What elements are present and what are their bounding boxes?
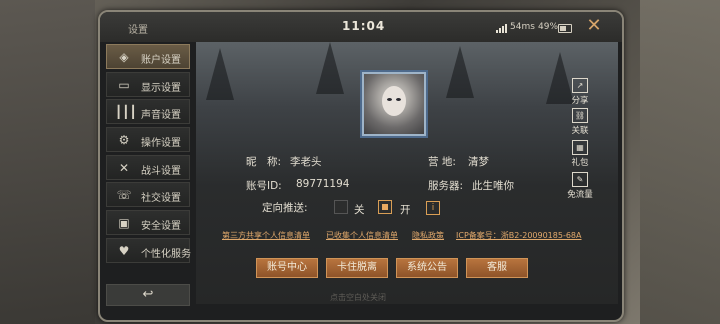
account-id-value: 89771194	[296, 178, 350, 190]
sidebar-item-account[interactable]: ◈ 账户设置	[106, 44, 190, 69]
lock-icon: ▣	[118, 216, 130, 231]
collected-info-link[interactable]: 已收集个人信息清单	[326, 230, 398, 241]
display-icon: ▭	[118, 77, 130, 92]
close-icon[interactable]: ✕	[584, 16, 604, 36]
link-label: 关联	[571, 126, 589, 136]
icp-link[interactable]: ICP备案号：浙B2-20090185-68A	[456, 230, 582, 241]
panel-title: 设置	[128, 25, 148, 36]
camp-label: 营 地:	[428, 156, 456, 168]
back-icon: ↩	[142, 287, 154, 302]
link-icon: ⛓	[572, 108, 588, 123]
tree-silhouette	[446, 46, 474, 98]
gift-label: 礼包	[571, 158, 589, 168]
tree-silhouette	[206, 48, 234, 100]
sidebar-item-label: 社交设置	[141, 193, 181, 205]
combat-icon: ✕	[118, 160, 130, 175]
sidebar-item-label: 战斗设置	[141, 165, 181, 177]
customer-service-button[interactable]: 客服	[466, 258, 528, 278]
sidebar-item-social[interactable]: ☏ 社交设置	[106, 182, 190, 208]
nickname-label: 昵 称:	[246, 156, 282, 168]
nickname-value: 李老头	[290, 156, 322, 168]
avatar[interactable]	[360, 70, 428, 138]
gift-icon: ▦	[572, 140, 588, 155]
unstuck-button[interactable]: 卡住脱离	[326, 258, 388, 278]
server-label: 服务器:	[428, 180, 464, 192]
push-label: 定向推送:	[262, 202, 308, 214]
third-party-list-link[interactable]: 第三方共享个人信息清单	[222, 230, 310, 241]
sidebar-item-label: 账户设置	[141, 55, 181, 66]
sidebar-item-display[interactable]: ▭ 显示设置	[106, 71, 190, 97]
sidebar-item-combat[interactable]: ✕ 战斗设置	[106, 154, 190, 180]
status-bar: 设置 11:04 54ms 49% ✕	[100, 12, 622, 42]
heart-icon: ♥	[118, 243, 130, 258]
sidebar-item-sound[interactable]: ┃┃┃ 声音设置	[106, 99, 190, 125]
background-right	[640, 0, 720, 324]
share-link[interactable]: ↗ 分享	[562, 78, 598, 106]
sidebar-item-security[interactable]: ▣ 安全设置	[106, 210, 190, 236]
share-icon: ↗	[572, 78, 588, 93]
privacy-policy-link[interactable]: 隐私政策	[412, 230, 444, 241]
account-id-label: 账号ID:	[246, 180, 282, 192]
back-button[interactable]: ↩	[106, 284, 190, 306]
data-free-link[interactable]: ✎ 免流量	[562, 172, 598, 200]
gift-link[interactable]: ▦ 礼包	[562, 140, 598, 168]
sidebar-item-personalized[interactable]: ♥ 个性化服务	[106, 237, 191, 263]
battery-icon	[558, 24, 572, 33]
push-off-checkbox[interactable]	[334, 200, 348, 214]
link-account-link[interactable]: ⛓ 关联	[562, 108, 598, 136]
signal-icon	[496, 24, 510, 33]
close-hint: 点击空白处关闭	[330, 293, 386, 302]
data-free-icon: ✎	[572, 172, 588, 187]
sidebar-item-label: 操作设置	[141, 138, 181, 150]
sidebar-item-controls[interactable]: ⚙ 操作设置	[106, 127, 190, 153]
sidebar-item-label: 声音设置	[141, 110, 181, 122]
background-left	[0, 0, 95, 324]
push-on-checkbox[interactable]	[378, 200, 392, 214]
info-icon[interactable]: i	[426, 201, 440, 215]
announcement-button[interactable]: 系统公告	[396, 258, 458, 278]
sidebar-item-label: 安全设置	[141, 221, 181, 233]
clock: 11:04	[342, 19, 386, 33]
push-on-label: 开	[400, 204, 411, 216]
data-free-label: 免流量	[567, 190, 593, 200]
tree-silhouette	[316, 42, 344, 94]
settings-sidebar: ◈ 账户设置 ▭ 显示设置 ┃┃┃ 声音设置 ⚙ 操作设置 ✕ 战斗设置 ☏ 社…	[106, 44, 192, 278]
share-label: 分享	[571, 96, 589, 106]
sidebar-item-label: 显示设置	[141, 82, 181, 94]
sidebar-item-label: 个性化服务	[141, 248, 191, 260]
account-center-button[interactable]: 账号中心	[256, 258, 318, 278]
server-value: 此生唯你	[472, 180, 514, 192]
sound-icon: ┃┃┃	[115, 105, 137, 120]
camp-value: 清梦	[468, 156, 489, 168]
ping-value: 54ms	[510, 22, 535, 32]
battery-value: 49%	[538, 22, 559, 32]
account-icon: ◈	[119, 50, 129, 64]
controls-icon: ⚙	[118, 133, 130, 148]
settings-panel: 设置 11:04 54ms 49% ✕ ◈ 账户设置 ▭ 显示设置 ┃┃┃ 声音…	[98, 10, 624, 322]
social-icon: ☏	[116, 188, 132, 203]
push-off-label: 关	[354, 204, 365, 216]
